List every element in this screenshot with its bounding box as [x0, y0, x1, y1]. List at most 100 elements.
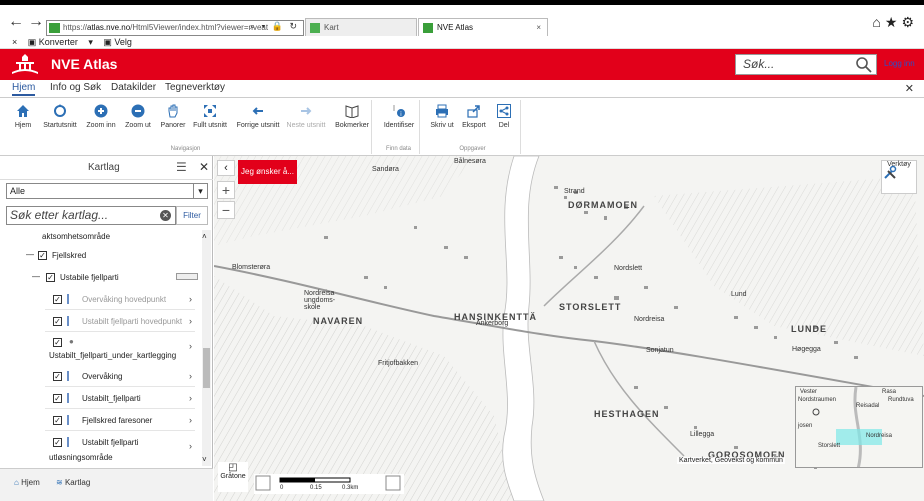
- tools-button[interactable]: Verktøy: [881, 160, 917, 194]
- home-icon: [17, 105, 29, 117]
- tab-hjem[interactable]: Hjem: [12, 82, 36, 96]
- home-browser-icon[interactable]: ⌂: [872, 14, 884, 30]
- opacity-slider[interactable]: [176, 273, 198, 280]
- search-placeholder: Søk...: [743, 57, 775, 71]
- button-label: Neste utsnitt: [286, 122, 326, 129]
- divider: [45, 408, 195, 409]
- checkbox-checked[interactable]: ✓: [53, 372, 62, 381]
- select-menu[interactable]: ▣ Velg: [103, 37, 140, 47]
- pan-button[interactable]: Panorer: [159, 104, 187, 129]
- scrollbar[interactable]: ˄ ˅: [202, 230, 211, 466]
- button-label: Identifiser: [383, 122, 415, 129]
- map-view[interactable]: Bålnesøra Sandøra Strand DØRMAMOEN Nords…: [214, 156, 924, 501]
- minus-icon: −: [221, 202, 231, 218]
- ribbon-toolbar: Hjem Startutsnitt Zoom inn Zoom ut Panor…: [0, 98, 924, 156]
- app-header: NVE Atlas Søk... Logg inn: [0, 49, 924, 80]
- map-place-label: Høgegga: [792, 346, 821, 353]
- share-icon: [497, 104, 511, 118]
- overview-label: Reisadal: [856, 403, 880, 409]
- map-place-label: HESTHAGEN: [594, 409, 660, 419]
- print-button[interactable]: Skriv ut: [429, 104, 455, 129]
- graytone-toggle[interactable]: ◰ Gråtone: [218, 462, 248, 492]
- tab-close-icon[interactable]: ×: [536, 19, 541, 37]
- address-controls[interactable]: ⌕ ▾ 🔒 ↻: [250, 21, 299, 32]
- convert-menu[interactable]: ▣ Konverter ▾: [28, 37, 93, 47]
- scroll-thumb[interactable]: [203, 348, 210, 388]
- next-extent-button[interactable]: Neste utsnitt: [286, 104, 326, 129]
- layer-label: aktsomhetsområde: [42, 232, 111, 241]
- chevron-down-icon: ▾: [193, 184, 207, 198]
- browser-tab-kart[interactable]: Kart: [305, 18, 417, 36]
- chevron-right-icon[interactable]: ›: [189, 393, 192, 403]
- chevron-right-icon[interactable]: ›: [189, 441, 192, 451]
- button-label: Fullt utsnitt: [193, 122, 227, 129]
- bottom-home-button[interactable]: ⌂ Hjem: [14, 478, 40, 487]
- nve-logo-icon: [12, 54, 38, 74]
- chevron-up-icon[interactable]: ˄: [202, 232, 207, 241]
- checkbox-checked[interactable]: ✓: [53, 338, 62, 347]
- collapse-icon[interactable]: —: [26, 250, 34, 259]
- layer-filter-select[interactable]: Alle ▾: [6, 183, 208, 199]
- layer-search-input[interactable]: Søk etter kartlag... ✕: [6, 206, 176, 225]
- tab-tegneverktoy[interactable]: Tegneverktøy: [165, 82, 225, 93]
- previous-extent-button[interactable]: Forrige utsnitt: [236, 104, 280, 129]
- checkbox-checked[interactable]: ✓: [53, 317, 62, 326]
- chevron-right-icon[interactable]: ›: [189, 371, 192, 381]
- collapse-panel-button[interactable]: ‹: [217, 160, 235, 176]
- menu-icon[interactable]: ☰: [176, 160, 187, 174]
- search-icon[interactable]: [855, 56, 873, 74]
- i-want-to-button[interactable]: Jeg ønsker å...: [238, 160, 297, 184]
- checkbox-checked[interactable]: ✓: [53, 394, 62, 403]
- legend-icon: [67, 316, 73, 326]
- checkbox-checked[interactable]: ✓: [38, 251, 47, 260]
- checkbox-checked[interactable]: ✓: [46, 273, 55, 282]
- export-button[interactable]: Eksport: [461, 104, 487, 129]
- settings-gear-icon[interactable]: ⚙: [901, 14, 918, 30]
- checkbox-checked[interactable]: ✓: [53, 416, 62, 425]
- checkbox-checked[interactable]: ✓: [53, 295, 62, 304]
- global-search-input[interactable]: Søk...: [735, 54, 877, 75]
- map-place-label: Ankerborg: [476, 320, 509, 327]
- divider: [45, 430, 195, 431]
- close-toolbar-icon[interactable]: ×: [12, 37, 17, 47]
- home-button[interactable]: Hjem: [10, 104, 36, 129]
- overview-label: Rundtuva: [888, 397, 914, 403]
- map-place-label: Nordslett: [614, 265, 643, 272]
- ribbon-close-icon[interactable]: ✕: [905, 82, 914, 95]
- checkbox-checked[interactable]: ✓: [53, 438, 62, 447]
- tab-info-og-sok[interactable]: Info og Søk: [50, 82, 101, 93]
- close-icon[interactable]: ✕: [199, 160, 209, 174]
- login-link[interactable]: Logg inn: [884, 59, 915, 68]
- back-arrow-icon[interactable]: ←: [8, 13, 24, 31]
- overview-map[interactable]: Rasa Rundtuva Reisadal Vester Nordstraum…: [795, 386, 923, 468]
- tab-datakilder[interactable]: Datakilder: [111, 82, 156, 93]
- chevron-right-icon[interactable]: ›: [189, 294, 192, 304]
- browser-chrome: ← → https://atlas.nve.no/Html5Viewer/ind…: [0, 0, 924, 36]
- full-extent-button[interactable]: Fullt utsnitt: [193, 104, 227, 129]
- browser-tab-nve-atlas[interactable]: NVE Atlas ×: [418, 18, 548, 36]
- bottom-layers-button[interactable]: ≋ Kartlag: [56, 478, 90, 487]
- filter-button[interactable]: Filter: [176, 206, 208, 225]
- print-icon: [436, 104, 448, 118]
- layer-label: Ustabilt_fjellparti: [82, 394, 141, 403]
- map-zoom-out-button[interactable]: −: [217, 201, 235, 219]
- forward-arrow-icon[interactable]: →: [28, 13, 44, 31]
- chevron-right-icon[interactable]: ›: [189, 316, 192, 326]
- favorites-star-icon[interactable]: ★: [885, 14, 902, 30]
- layers-panel: Kartlag ☰ ✕ Alle ▾ Søk etter kartlag... …: [0, 156, 213, 468]
- zoom-in-button[interactable]: Zoom inn: [86, 104, 116, 129]
- zoom-out-button[interactable]: Zoom ut: [123, 104, 153, 129]
- initial-extent-button[interactable]: Startutsnitt: [42, 104, 78, 129]
- layer-label: Fjellskred: [52, 251, 87, 260]
- nve-favicon-icon: [423, 23, 433, 33]
- map-zoom-in-button[interactable]: +: [217, 181, 235, 199]
- collapse-icon[interactable]: —: [32, 272, 40, 281]
- chevron-down-icon[interactable]: ˅: [202, 455, 207, 464]
- bookmarks-button[interactable]: Bokmerker: [334, 104, 370, 129]
- share-button[interactable]: Del: [493, 104, 515, 129]
- chevron-right-icon[interactable]: ›: [189, 415, 192, 425]
- identify-button[interactable]: i Identifiser: [381, 104, 417, 129]
- chevron-right-icon[interactable]: ›: [189, 341, 192, 351]
- ribbon-group-find-data: i Identifiser Finn data: [378, 100, 420, 154]
- clear-icon[interactable]: ✕: [160, 210, 171, 221]
